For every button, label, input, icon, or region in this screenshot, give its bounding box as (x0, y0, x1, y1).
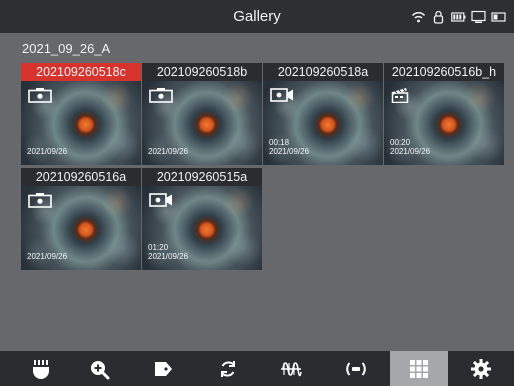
battery-icon (451, 10, 466, 24)
sensor-icon (345, 358, 367, 380)
thumbnail-image: 2021/09/26 (21, 186, 141, 270)
card-icon (491, 10, 506, 24)
grid-icon (408, 358, 430, 380)
thumbnail-label: 202109260516b_h (384, 63, 504, 81)
thumbnail-item[interactable]: 202109260516b_h 00:20 2021/09/26 (384, 63, 504, 168)
thumbnail-item[interactable]: 202109260518b 2021/09/26 (142, 63, 262, 168)
thumbnail-image: 2021/09/26 (142, 81, 262, 165)
tag-button[interactable] (134, 351, 192, 386)
video-duration: 00:18 (269, 138, 290, 147)
bottom-toolbar (0, 351, 514, 386)
gear-button[interactable] (452, 351, 510, 386)
rotate-button[interactable] (199, 351, 257, 386)
status-icons (411, 9, 506, 25)
wifi-icon (411, 10, 426, 24)
thumbnail-item[interactable]: 202109260518c 2021/09/26 (21, 63, 141, 168)
thumbnail-label: 202109260515a (142, 168, 262, 186)
gallery-screen: Gallery 2021_09_26_A 202109260518c 2021/0… (0, 0, 514, 386)
thumbnail-label: 202109260516a (21, 168, 141, 186)
thumbnail-label: 202109260518b (142, 63, 262, 81)
thumbnail-image: 00:20 2021/09/26 (384, 81, 504, 165)
tag-icon (152, 358, 174, 380)
gear-icon (470, 358, 492, 380)
thumbnail-image: 2021/09/26 (21, 81, 141, 165)
wave-filter-button[interactable] (262, 351, 320, 386)
zoom-in-icon (88, 358, 110, 380)
video-duration: 01:20 (148, 243, 169, 252)
display-icon (471, 10, 486, 24)
thumbnail-date: 2021/09/26 (148, 252, 189, 261)
wave-filter-icon (280, 358, 302, 380)
thumbnail-date: 2021/09/26 (390, 147, 431, 156)
grid-button[interactable] (390, 351, 448, 386)
thumbnail-date: 2021/09/26 (269, 147, 310, 156)
camera-icon (149, 87, 173, 103)
light-icon (30, 358, 52, 380)
thumbnail-item[interactable]: 202109260518a 00:18 2021/09/26 (263, 63, 383, 168)
folder-title: 2021_09_26_A (22, 41, 111, 56)
thumbnail-date: 2021/09/26 (27, 252, 68, 261)
lock-icon (431, 10, 446, 24)
video-duration: 00:20 (390, 138, 411, 147)
thumbnail-image: 01:20 2021/09/26 (142, 186, 262, 270)
light-button[interactable] (12, 351, 70, 386)
clapperboard-icon (391, 87, 415, 103)
title-bar: Gallery (0, 0, 514, 33)
camera-icon (28, 192, 52, 208)
sensor-button[interactable] (327, 351, 385, 386)
rotate-icon (217, 358, 239, 380)
camera-icon (28, 87, 52, 103)
thumbnail-date: 2021/09/26 (27, 147, 68, 156)
video-camera-icon (270, 87, 294, 103)
thumbnail-item[interactable]: 202109260516a 2021/09/26 (21, 168, 141, 273)
video-camera-icon (149, 192, 173, 208)
thumbnail-label: 202109260518c (21, 63, 141, 81)
thumbnail-date: 2021/09/26 (148, 147, 189, 156)
thumbnail-image: 00:18 2021/09/26 (263, 81, 383, 165)
zoom-in-button[interactable] (70, 351, 128, 386)
thumbnail-label: 202109260518a (263, 63, 383, 81)
thumbnail-item[interactable]: 202109260515a 01:20 2021/09/26 (142, 168, 262, 273)
